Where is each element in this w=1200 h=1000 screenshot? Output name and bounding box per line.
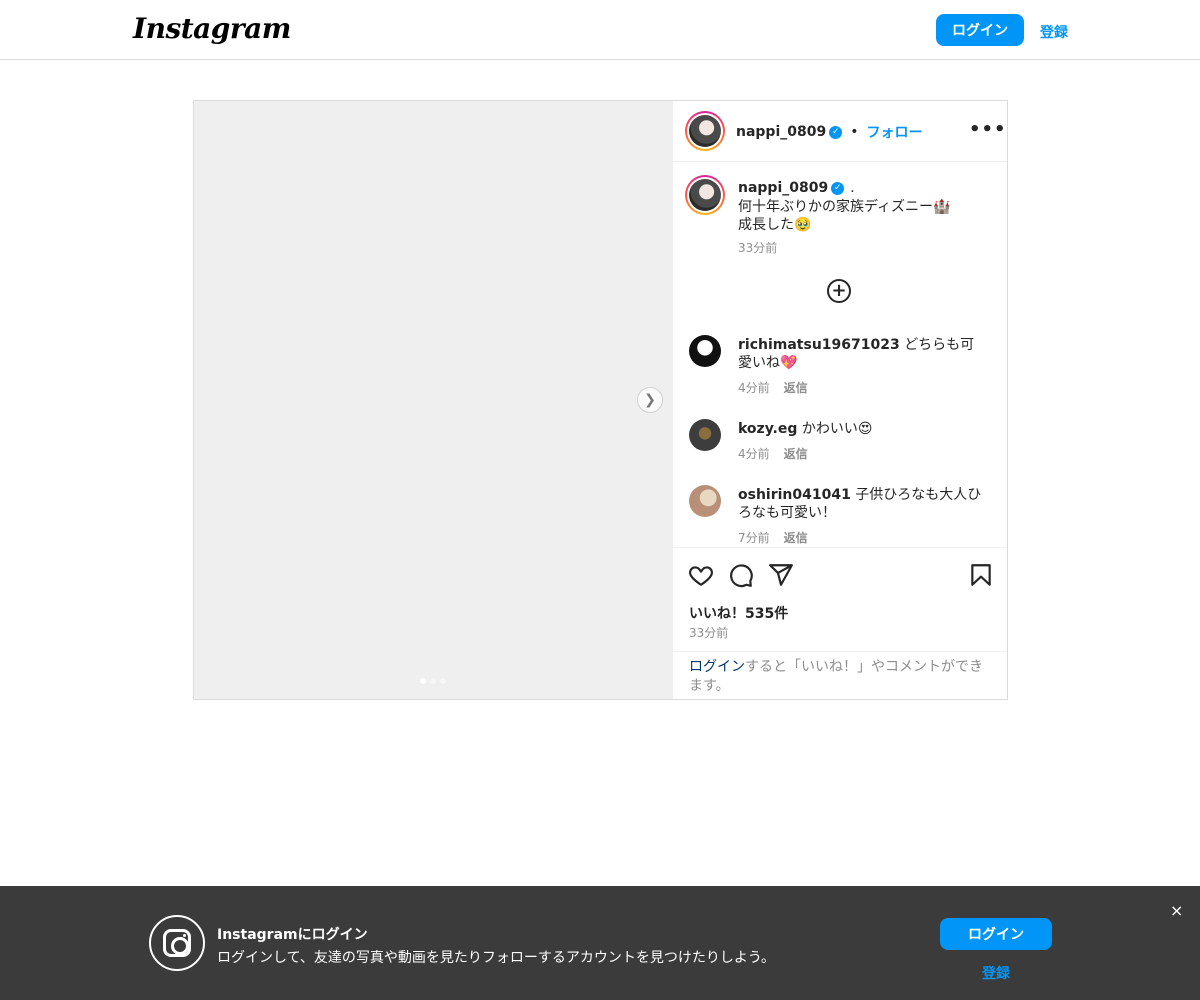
- comment-content: かわいい😍: [801, 421, 873, 437]
- carousel-dot: [420, 678, 426, 684]
- login-prompt-link[interactable]: ログイン: [689, 659, 745, 675]
- instagram-logo[interactable]: Instagram: [133, 12, 291, 45]
- comment-text: richimatsu19671023 どちらも可愛いね💖: [738, 336, 988, 372]
- comment-meta: 4分前 返信: [738, 379, 808, 396]
- top-nav: Instagram ログイン 登録: [0, 0, 1200, 60]
- reply-button[interactable]: 返信: [784, 529, 808, 546]
- comment-username[interactable]: richimatsu19671023: [738, 337, 900, 353]
- comment-meta: 4分前 返信: [738, 445, 808, 462]
- share-icon[interactable]: [768, 562, 794, 588]
- caption-line: 成長した🥹: [738, 217, 812, 233]
- comment-avatar[interactable]: [689, 419, 721, 451]
- login-banner: Instagramにログイン ログインして、友達の写真や動画を見たりフォローする…: [0, 886, 1200, 1000]
- comment-time: 7分前: [738, 531, 770, 545]
- close-icon[interactable]: ×: [1170, 901, 1183, 920]
- banner-title: Instagramにログイン: [217, 927, 368, 943]
- carousel-dot: [430, 678, 436, 684]
- chevron-right-icon: ❯: [644, 392, 656, 408]
- author-username[interactable]: nappi_0809: [736, 124, 826, 140]
- comment-time: 4分前: [738, 447, 770, 461]
- nav-signup-link[interactable]: 登録: [1040, 22, 1068, 42]
- bookmark-icon[interactable]: [968, 562, 994, 588]
- comment-username[interactable]: kozy.eg: [738, 421, 797, 437]
- comment-text: oshirin041041 子供ひろなも大人ひろなも可愛い！: [738, 486, 988, 522]
- comments-section[interactable]: nappi_0809 ✓ . 何十年ぶりかの家族ディズニー🏰 成長した🥹 33分…: [673, 163, 1007, 547]
- banner-subtitle: ログインして、友達の写真や動画を見たりフォローするアカウントを見つけたりしよう。: [217, 950, 776, 966]
- caption-text: 何十年ぶりかの家族ディズニー🏰 成長した🥹 33分前: [738, 198, 950, 257]
- separator: •: [850, 124, 859, 140]
- comment-icon[interactable]: [728, 562, 754, 588]
- comment-text: kozy.eg かわいい😍: [738, 420, 988, 438]
- next-slide-button[interactable]: ❯: [637, 387, 663, 413]
- post-card: ❯ nappi_0809 ✓ • フォロー ••• nappi_0809 ✓ .…: [193, 100, 1008, 700]
- reply-button[interactable]: 返信: [784, 445, 808, 462]
- caption-avatar[interactable]: [685, 175, 725, 215]
- caption-line: 何十年ぶりかの家族ディズニー🏰: [738, 199, 951, 215]
- carousel-dot: [440, 678, 446, 684]
- heart-icon[interactable]: [688, 562, 714, 588]
- post-time: 33分前: [689, 626, 729, 640]
- instagram-icon: [149, 915, 205, 971]
- banner-login-button[interactable]: ログイン: [940, 918, 1052, 950]
- post-media[interactable]: ❯: [194, 101, 673, 699]
- post-actions: いいね！535件 33分前: [673, 547, 1007, 651]
- more-options-icon[interactable]: •••: [969, 119, 1007, 140]
- verified-badge-icon: ✓: [829, 125, 843, 139]
- comment-username[interactable]: oshirin041041: [738, 487, 851, 503]
- post-header: nappi_0809 ✓ • フォロー •••: [673, 101, 1007, 162]
- verified-badge-icon: ✓: [831, 181, 845, 195]
- caption-time: 33分前: [738, 241, 778, 255]
- avatar[interactable]: [685, 111, 725, 151]
- post-sidebar: nappi_0809 ✓ • フォロー ••• nappi_0809 ✓ . 何…: [673, 101, 1007, 699]
- load-more-comments-icon[interactable]: +: [827, 279, 851, 303]
- comment-avatar[interactable]: [689, 335, 721, 367]
- comment-meta: 7分前 返信: [738, 529, 808, 546]
- comment-time: 4分前: [738, 381, 770, 395]
- carousel-indicator: [420, 678, 446, 684]
- reply-button[interactable]: 返信: [784, 379, 808, 396]
- caption-username[interactable]: nappi_0809: [738, 180, 828, 196]
- likes-count[interactable]: いいね！535件: [689, 603, 788, 623]
- banner-signup-link[interactable]: 登録: [982, 963, 1010, 983]
- follow-button[interactable]: フォロー: [867, 122, 923, 142]
- nav-login-button[interactable]: ログイン: [936, 14, 1024, 46]
- login-prompt: ログインすると「いいね！」やコメントができます。: [673, 651, 1007, 699]
- comment-avatar[interactable]: [689, 485, 721, 517]
- caption-line: .: [850, 180, 855, 196]
